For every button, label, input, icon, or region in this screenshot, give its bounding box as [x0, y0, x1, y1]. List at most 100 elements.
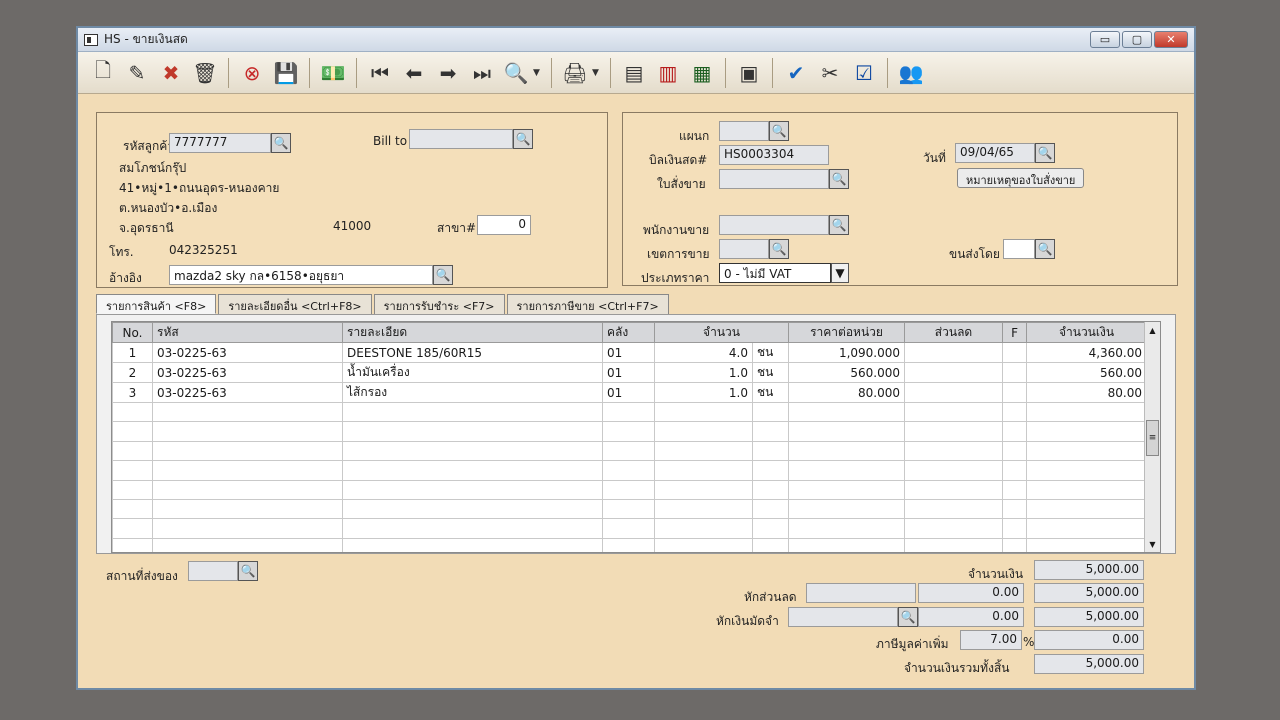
- ship-by-search-icon[interactable]: 🔍: [1035, 239, 1055, 259]
- cell-empty[interactable]: [1002, 479, 1028, 500]
- cell-empty[interactable]: [602, 518, 655, 539]
- cell-empty[interactable]: [342, 421, 603, 442]
- ok-icon[interactable]: ☑: [847, 56, 881, 90]
- cell-empty[interactable]: [152, 401, 343, 423]
- table-row-empty[interactable]: [112, 518, 1148, 539]
- cell-empty[interactable]: [1002, 401, 1028, 423]
- header-code[interactable]: รหัส: [152, 322, 343, 343]
- sales-order-field[interactable]: [719, 169, 829, 189]
- sales-order-search-icon[interactable]: 🔍: [829, 169, 849, 189]
- header-f[interactable]: F: [1002, 322, 1028, 343]
- cell-unit[interactable]: ชน: [751, 342, 790, 363]
- cell-no[interactable]: 2: [112, 362, 153, 383]
- cell-empty[interactable]: [904, 518, 1004, 539]
- cell-empty[interactable]: [112, 518, 153, 539]
- cell-empty[interactable]: [1026, 537, 1148, 552]
- tab-other-details[interactable]: รายละเอียดอื่น <Ctrl+F8>: [218, 294, 372, 314]
- cell-warehouse[interactable]: 01: [602, 342, 655, 363]
- ship-place-search-icon[interactable]: 🔍: [238, 561, 258, 581]
- cell-empty[interactable]: [602, 401, 655, 423]
- cell-empty[interactable]: [1026, 401, 1148, 423]
- bill-to-search-icon[interactable]: 🔍: [513, 129, 533, 149]
- cell-empty[interactable]: [654, 518, 753, 539]
- bill-number-field[interactable]: HS0003304: [719, 145, 829, 165]
- scroll-up-icon[interactable]: ▲: [1145, 322, 1160, 338]
- cell-empty[interactable]: [904, 498, 1004, 520]
- scroll-down-icon[interactable]: ▼: [1145, 536, 1160, 552]
- cell-empty[interactable]: [152, 460, 343, 481]
- prev-record-icon[interactable]: ⬅: [397, 56, 431, 90]
- cell-discount[interactable]: [904, 362, 1004, 383]
- close-button[interactable]: ✕: [1154, 31, 1188, 48]
- cell-empty[interactable]: [788, 537, 906, 552]
- table-row[interactable]: 1 03-0225-63 DEESTONE 185/60R15 01 4.0 ช…: [112, 342, 1148, 363]
- cell-code[interactable]: 03-0225-63: [152, 362, 343, 383]
- sales-order-note-button[interactable]: หมายเหตุของใบสั่งขาย: [957, 168, 1085, 188]
- cell-empty[interactable]: [904, 537, 1004, 552]
- cell-empty[interactable]: [602, 498, 655, 520]
- cell-no[interactable]: 1: [112, 342, 153, 363]
- cell-empty[interactable]: [751, 460, 790, 481]
- grid-scrollbar[interactable]: ▲ ≡ ▼: [1144, 322, 1160, 552]
- cell-empty[interactable]: [342, 401, 603, 423]
- new-document-icon[interactable]: 🗋: [86, 56, 120, 90]
- sales-zone-field[interactable]: [719, 239, 769, 259]
- cell-empty[interactable]: [788, 440, 906, 462]
- first-record-icon[interactable]: ⏮: [363, 56, 397, 90]
- report-icon[interactable]: ▦: [685, 56, 719, 90]
- cell-empty[interactable]: [602, 460, 655, 481]
- cell-empty[interactable]: [751, 479, 790, 500]
- cell-empty[interactable]: [602, 440, 655, 462]
- cell-amount[interactable]: 560.00: [1026, 362, 1148, 383]
- department-field[interactable]: [719, 121, 769, 141]
- header-description[interactable]: รายละเอียด: [342, 322, 603, 343]
- customer-search-icon[interactable]: 🔍: [271, 133, 291, 153]
- ship-by-field[interactable]: [1003, 239, 1035, 259]
- header-quantity[interactable]: จำนวน: [653, 322, 790, 343]
- search-dropdown-icon[interactable]: ▼: [533, 68, 545, 78]
- sales-zone-search-icon[interactable]: 🔍: [769, 239, 789, 259]
- cell-empty[interactable]: [1002, 537, 1028, 552]
- cell-empty[interactable]: [654, 421, 753, 442]
- cell-empty[interactable]: [904, 460, 1004, 481]
- cell-empty[interactable]: [152, 421, 343, 442]
- cell-discount[interactable]: [904, 382, 1004, 403]
- cell-empty[interactable]: [751, 537, 790, 552]
- table-row-empty[interactable]: [112, 498, 1148, 520]
- date-field[interactable]: 09/04/65: [955, 143, 1035, 163]
- cell-empty[interactable]: [904, 401, 1004, 423]
- cell-description[interactable]: DEESTONE 185/60R15: [342, 342, 603, 363]
- department-search-icon[interactable]: 🔍: [769, 121, 789, 141]
- cell-empty[interactable]: [342, 537, 603, 552]
- table-row-empty[interactable]: [112, 479, 1148, 500]
- cell-empty[interactable]: [112, 401, 153, 423]
- cell-empty[interactable]: [342, 479, 603, 500]
- cell-empty[interactable]: [112, 479, 153, 500]
- cell-empty[interactable]: [1026, 460, 1148, 481]
- cell-empty[interactable]: [602, 537, 655, 552]
- approve-icon[interactable]: ✔: [779, 56, 813, 90]
- ship-place-field[interactable]: [188, 561, 238, 581]
- next-record-icon[interactable]: ➡: [431, 56, 465, 90]
- cell-empty[interactable]: [788, 518, 906, 539]
- cell-description[interactable]: ไส้กรอง: [342, 382, 603, 403]
- cell-f[interactable]: [1002, 342, 1028, 363]
- vat-rate-field[interactable]: 7.00: [960, 630, 1022, 650]
- table-row-empty[interactable]: [112, 421, 1148, 442]
- header-warehouse[interactable]: คลัง: [602, 322, 655, 343]
- table-row[interactable]: 2 03-0225-63 น้ำมันเครื่อง 01 1.0 ชน 560…: [112, 362, 1148, 383]
- cell-unit-price[interactable]: 1,090.000: [788, 342, 906, 363]
- cell-empty[interactable]: [654, 401, 753, 423]
- cell-empty[interactable]: [112, 440, 153, 462]
- discount-value-field[interactable]: 0.00: [918, 583, 1024, 603]
- cell-empty[interactable]: [904, 421, 1004, 442]
- cancel-icon[interactable]: ⊗: [235, 56, 269, 90]
- header-amount[interactable]: จำนวนเงิน: [1026, 322, 1148, 343]
- discount-code-field[interactable]: [806, 583, 916, 603]
- print-dropdown-icon[interactable]: ▼: [592, 68, 604, 78]
- cell-empty[interactable]: [1002, 460, 1028, 481]
- header-discount[interactable]: ส่วนลด: [904, 322, 1004, 343]
- export-icon[interactable]: ▤: [617, 56, 651, 90]
- money-icon[interactable]: 💵: [316, 56, 350, 90]
- cell-empty[interactable]: [1002, 440, 1028, 462]
